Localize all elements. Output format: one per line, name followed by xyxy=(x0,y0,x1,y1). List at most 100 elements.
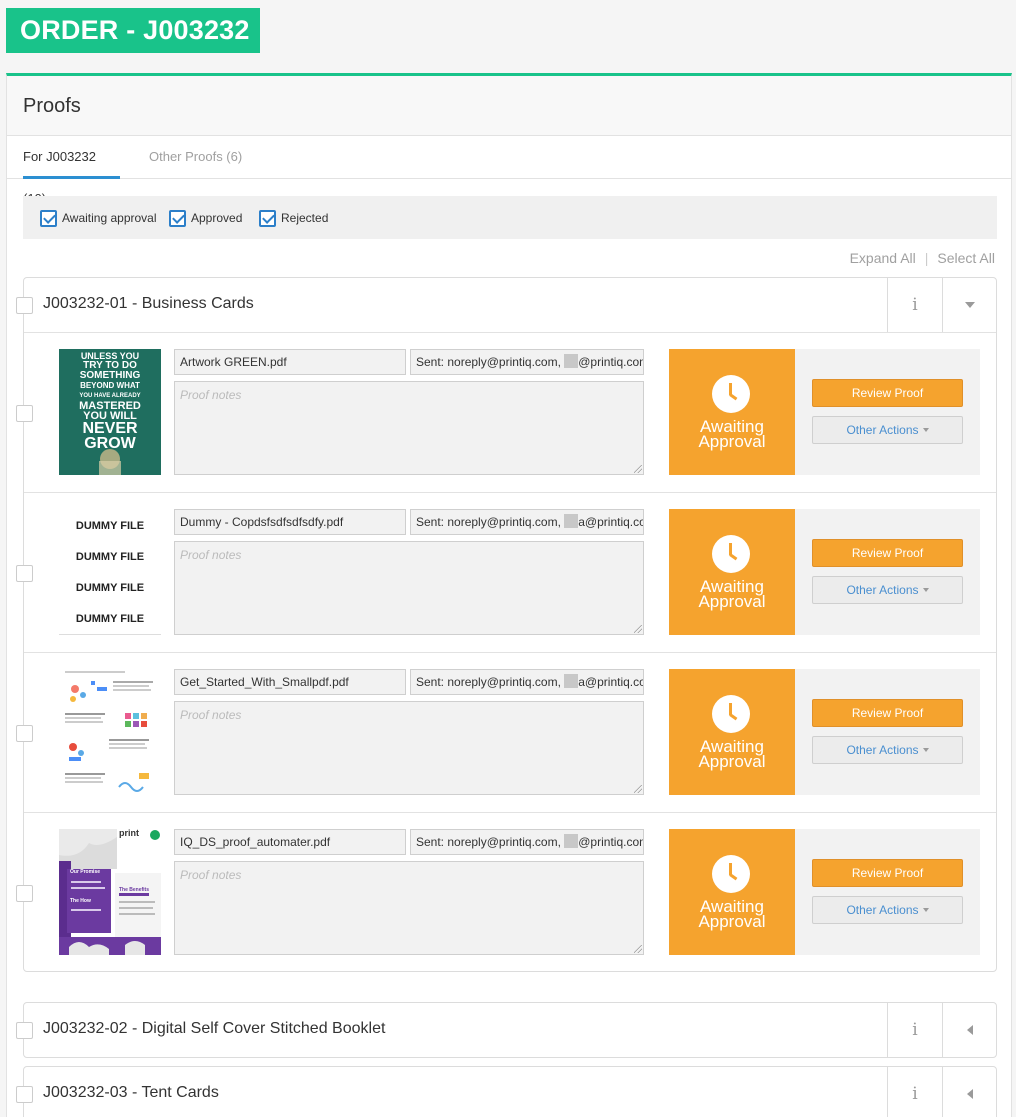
job-checkbox[interactable] xyxy=(16,1086,33,1103)
checkbox-checked-icon[interactable] xyxy=(259,209,276,227)
status-text: Awaiting Approval xyxy=(698,737,766,771)
job-group-header[interactable]: J003232-01 - Business Cards i xyxy=(16,278,996,332)
other-actions-button[interactable]: Other Actions xyxy=(812,736,963,764)
proof-notes-input[interactable]: Proof notes xyxy=(174,861,644,955)
checkbox-checked-icon[interactable] xyxy=(169,209,186,227)
document-thumbnail-image xyxy=(59,669,161,795)
other-actions-label: Other Actions xyxy=(846,583,919,597)
sent-to-field: Sent: noreply@printiq.com, a@printiq.com… xyxy=(410,669,644,695)
order-title: ORDER - J003232 xyxy=(6,8,260,53)
status-badge: Awaiting Approval xyxy=(669,349,795,475)
proof-notes-input[interactable]: Proof notes xyxy=(174,381,644,475)
status-badge: Awaiting Approval xyxy=(669,829,795,955)
review-proof-button[interactable]: Review Proof xyxy=(812,859,963,887)
proof-row: DUMMY FILE DUMMY FILE DUMMY FILE DUMMY F… xyxy=(16,492,996,652)
status-text: Awaiting Approval xyxy=(698,417,766,451)
job-checkbox[interactable] xyxy=(16,1022,33,1039)
resize-grip-icon[interactable] xyxy=(634,785,642,793)
filter-label: Awaiting approval xyxy=(62,211,157,225)
clock-icon xyxy=(712,375,750,413)
review-proof-button[interactable]: Review Proof xyxy=(812,539,963,567)
caret-down-icon xyxy=(922,588,929,592)
job-group: J003232-03 - Tent Cards i xyxy=(16,1066,997,1117)
other-actions-label: Other Actions xyxy=(846,423,919,437)
status-text: Awaiting Approval xyxy=(698,897,766,931)
info-icon[interactable]: i xyxy=(887,278,942,332)
job-group: J003232-02 - Digital Self Cover Stitched… xyxy=(16,1002,997,1058)
proof-checkbox[interactable] xyxy=(16,725,33,742)
bulk-links: Expand All | Select All xyxy=(850,250,995,266)
thumb-text: The How xyxy=(70,898,91,904)
file-name-field: Artwork GREEN.pdf xyxy=(174,349,406,375)
proof-checkbox[interactable] xyxy=(16,885,33,902)
proof-thumbnail[interactable]: DUMMY FILE DUMMY FILE DUMMY FILE DUMMY F… xyxy=(59,509,161,635)
checkbox-checked-icon[interactable] xyxy=(40,209,57,227)
file-name-field: Get_Started_With_Smallpdf.pdf xyxy=(174,669,406,695)
sent-to-field: Sent: noreply@printiq.com, @printiq.com, xyxy=(410,349,644,375)
caret-left-icon xyxy=(967,1025,973,1035)
proof-checkbox[interactable] xyxy=(16,565,33,582)
other-actions-button[interactable]: Other Actions xyxy=(812,896,963,924)
sent-to-field: Sent: noreply@printiq.com, @printiq.com, xyxy=(410,829,644,855)
expand-toggle[interactable] xyxy=(942,1003,996,1057)
caret-down-icon xyxy=(922,748,929,752)
proof-notes-input[interactable]: Proof notes xyxy=(174,541,644,635)
thumb-text: DUMMY FILE xyxy=(75,551,145,563)
proof-row: print Our Promise The How The Benefits I… xyxy=(16,812,996,972)
job-title: J003232-02 - Digital Self Cover Stitched… xyxy=(43,1020,386,1037)
select-all-link[interactable]: Select All xyxy=(937,250,995,266)
other-actions-button[interactable]: Other Actions xyxy=(812,576,963,604)
job-group-header[interactable]: J003232-03 - Tent Cards i xyxy=(16,1067,996,1117)
clock-icon xyxy=(712,535,750,573)
proof-notes-input[interactable]: Proof notes xyxy=(174,701,644,795)
file-name-field: IQ_DS_proof_automater.pdf xyxy=(174,829,406,855)
proof-row: Get_Started_With_Smallpdf.pdf Sent: nore… xyxy=(16,652,996,812)
redacted-block xyxy=(564,674,579,688)
notes-placeholder: Proof notes xyxy=(180,868,242,882)
filter-rejected[interactable]: Rejected xyxy=(259,209,328,227)
resize-grip-icon[interactable] xyxy=(634,625,642,633)
sent-prefix: Sent: noreply@printiq.com, xyxy=(416,355,565,369)
status-area: Awaiting Approval Review Proof Other Act… xyxy=(669,349,980,475)
filter-label: Approved xyxy=(191,211,243,225)
thumb-text: NEVER xyxy=(82,420,138,437)
redacted-block xyxy=(564,834,579,848)
job-checkbox[interactable] xyxy=(16,297,33,314)
status-badge: Awaiting Approval xyxy=(669,509,795,635)
tab-for-order[interactable]: For J003232 (10) xyxy=(23,136,120,206)
resize-grip-icon[interactable] xyxy=(634,465,642,473)
status-area: Awaiting Approval Review Proof Other Act… xyxy=(669,669,980,795)
notes-placeholder: Proof notes xyxy=(180,548,242,562)
expand-all-link[interactable]: Expand All xyxy=(850,250,916,266)
tab-bar: For J003232 (10) Other Proofs (6) xyxy=(7,136,1011,206)
collapse-toggle[interactable] xyxy=(942,278,996,332)
proof-thumbnail[interactable] xyxy=(59,669,161,795)
thumb-text: GROW xyxy=(84,435,136,452)
other-actions-button[interactable]: Other Actions xyxy=(812,416,963,444)
clock-icon xyxy=(712,855,750,893)
thumb-text: BEYOND WHAT xyxy=(80,381,140,390)
proof-row: UNLESS YOU TRY TO DO SOMETHING BEYOND WH… xyxy=(16,332,996,492)
proof-thumbnail[interactable]: UNLESS YOU TRY TO DO SOMETHING BEYOND WH… xyxy=(59,349,161,475)
thumb-text: SOMETHING xyxy=(79,370,141,381)
sent-suffix: @printiq.com, xyxy=(578,835,643,849)
redacted-block xyxy=(564,354,579,368)
filter-approved[interactable]: Approved xyxy=(169,209,242,227)
resize-grip-icon[interactable] xyxy=(634,945,642,953)
filter-awaiting-approval[interactable]: Awaiting approval xyxy=(40,209,157,227)
info-icon[interactable]: i xyxy=(887,1003,942,1057)
proof-thumbnail[interactable]: print Our Promise The How The Benefits xyxy=(59,829,161,955)
link-divider: | xyxy=(924,250,929,266)
review-proof-button[interactable]: Review Proof xyxy=(812,699,963,727)
proof-checkbox[interactable] xyxy=(16,405,33,422)
job-title: J003232-03 - Tent Cards xyxy=(43,1084,219,1101)
review-proof-button[interactable]: Review Proof xyxy=(812,379,963,407)
status-area: Awaiting Approval Review Proof Other Act… xyxy=(669,829,980,955)
thumb-text: print xyxy=(119,829,139,838)
job-group-header[interactable]: J003232-02 - Digital Self Cover Stitched… xyxy=(16,1003,996,1057)
tab-other-proofs[interactable]: Other Proofs (6) xyxy=(149,136,242,179)
sent-suffix: a@printiq.com, xyxy=(578,515,643,529)
info-icon[interactable]: i xyxy=(887,1067,942,1117)
expand-toggle[interactable] xyxy=(942,1067,996,1117)
sent-to-field: Sent: noreply@printiq.com, a@printiq.com… xyxy=(410,509,644,535)
